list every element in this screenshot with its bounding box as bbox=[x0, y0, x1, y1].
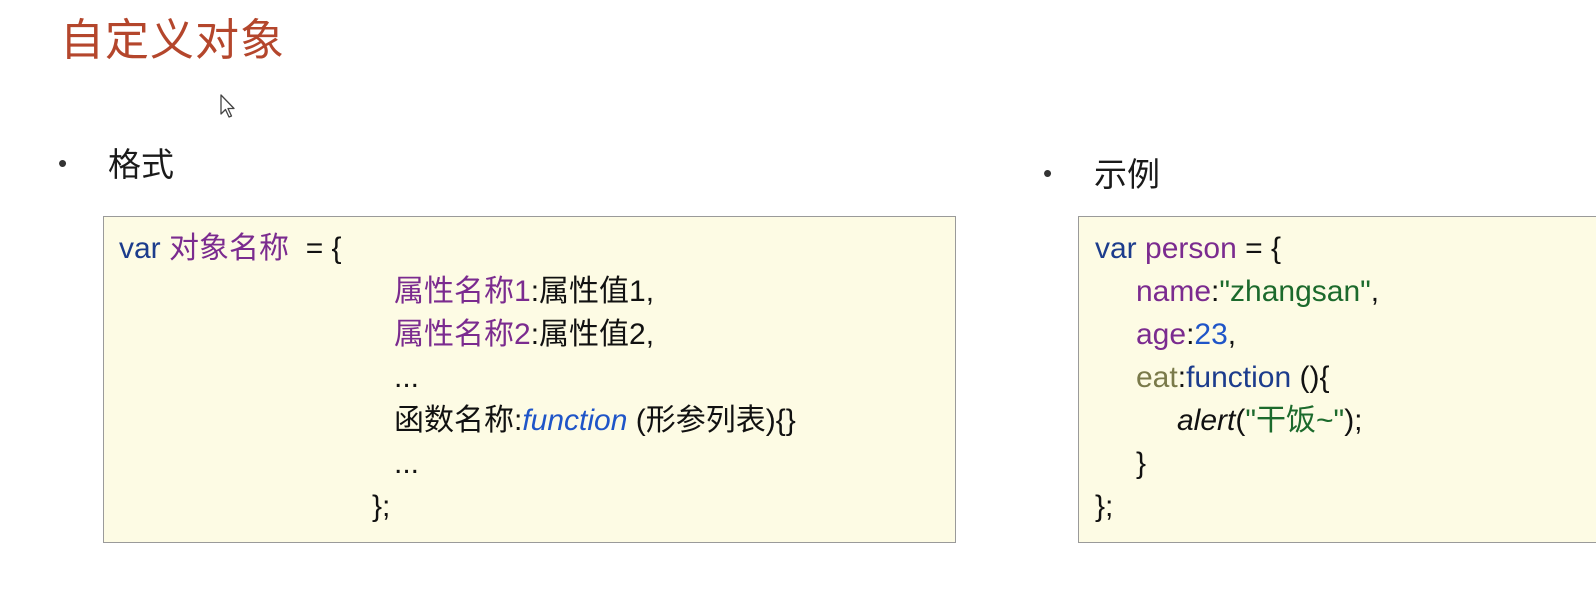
page-title: 自定义对象 bbox=[60, 15, 285, 66]
ellipsis: ... bbox=[394, 361, 420, 394]
example-bullet: • bbox=[1043, 158, 1053, 188]
code-line: 函数名称:function (形参列表){} bbox=[394, 399, 796, 443]
colon: : bbox=[1177, 361, 1187, 394]
format-label: 格式 bbox=[108, 145, 174, 184]
code-line: eat:function (){ bbox=[1136, 356, 1329, 400]
function-params: (形参列表){} bbox=[627, 404, 796, 437]
assign-open: = { bbox=[289, 232, 342, 265]
code-line: }; bbox=[1095, 485, 1113, 529]
code-line: } bbox=[1136, 442, 1146, 486]
function-keyword: function bbox=[1186, 361, 1292, 394]
comma: , bbox=[1370, 275, 1380, 308]
property-value: :属性值1, bbox=[530, 275, 655, 308]
code-line: name:"zhangsan", bbox=[1136, 270, 1379, 314]
string-value: "zhangsan" bbox=[1219, 275, 1371, 308]
property-key: name bbox=[1136, 275, 1212, 308]
code-line: }; bbox=[372, 485, 390, 529]
closing-brace: }; bbox=[1095, 490, 1114, 523]
ellipsis: ... bbox=[394, 447, 420, 480]
inner-closing-brace: } bbox=[1136, 447, 1147, 480]
format-bullet: • bbox=[58, 148, 68, 178]
function-keyword: function bbox=[522, 404, 628, 437]
code-line: alert("干饭~"); bbox=[1177, 399, 1363, 443]
property-key: age bbox=[1136, 318, 1187, 351]
comma: , bbox=[1227, 318, 1237, 351]
property-name: 属性名称2 bbox=[394, 318, 531, 351]
keyword: var bbox=[1095, 232, 1137, 265]
format-code-box: var 对象名称 = { 属性名称1:属性值1, 属性名称2:属性值2, ...… bbox=[103, 216, 956, 543]
paren-close: ); bbox=[1344, 404, 1363, 437]
assign-open: = { bbox=[1236, 232, 1281, 265]
string-value: "干饭~" bbox=[1245, 404, 1345, 437]
closing-brace: }; bbox=[372, 490, 391, 523]
property-value: :属性值2, bbox=[530, 318, 655, 351]
code-line: 属性名称2:属性值2, bbox=[394, 313, 654, 357]
keyword: var bbox=[119, 232, 161, 265]
alert-call: alert bbox=[1177, 404, 1236, 437]
property-key: eat bbox=[1136, 361, 1178, 394]
code-line: ... bbox=[394, 356, 419, 400]
number-value: 23 bbox=[1194, 318, 1228, 351]
example-code-box: var person = { name:"zhangsan", age:23, … bbox=[1078, 216, 1596, 543]
code-line: var person = { bbox=[1095, 227, 1281, 271]
function-name: 函数名称: bbox=[394, 404, 523, 437]
code-line: ... bbox=[394, 442, 419, 486]
code-line: 属性名称1:属性值1, bbox=[394, 270, 654, 314]
function-open: (){ bbox=[1291, 361, 1330, 394]
code-line: var 对象名称 = { bbox=[119, 227, 342, 271]
paren-open: ( bbox=[1235, 404, 1246, 437]
example-label: 示例 bbox=[1094, 155, 1160, 194]
code-line: age:23, bbox=[1136, 313, 1236, 357]
object-name: person bbox=[1145, 232, 1237, 265]
object-name: 对象名称 bbox=[169, 232, 290, 265]
property-name: 属性名称1 bbox=[394, 275, 531, 308]
mouse-cursor-icon bbox=[220, 94, 235, 118]
